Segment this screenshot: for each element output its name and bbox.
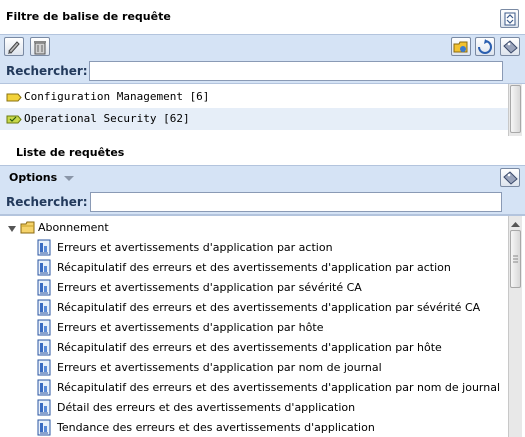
query-report-icon — [37, 259, 51, 276]
scroll-up-arrow-icon[interactable] — [510, 218, 521, 228]
query-item[interactable]: Récapitulatif des erreurs et des avertis… — [0, 258, 508, 278]
tag-refresh-folder-button[interactable] — [451, 37, 471, 56]
query-item[interactable]: Récapitulatif des erreurs et des avertis… — [0, 378, 508, 398]
query-label: Détail des erreurs et des avertissements… — [57, 401, 356, 414]
query-report-icon — [37, 299, 51, 316]
query-report-icon — [37, 319, 51, 336]
query-label: Tendance des erreurs et des avertissemen… — [57, 421, 375, 434]
query-label: Récapitulatif des erreurs et des avertis… — [57, 301, 481, 314]
query-report-icon — [37, 399, 51, 416]
query-options-bar: Options — [0, 165, 525, 189]
query-report-icon — [37, 419, 51, 436]
pencil-icon — [8, 41, 20, 54]
tag-search-input[interactable] — [89, 61, 503, 81]
tag-label: Configuration Management [6] — [24, 90, 210, 103]
query-label: Erreurs et avertissements d'application … — [57, 321, 324, 334]
query-settings-button[interactable] — [500, 168, 520, 187]
collapse-panel-button[interactable] — [500, 9, 519, 28]
chevron-down-icon[interactable] — [64, 176, 74, 181]
query-label: Récapitulatif des erreurs et des avertis… — [57, 261, 451, 274]
query-search-label: Rechercher: — [6, 195, 88, 209]
tag-tool-icon — [503, 40, 518, 54]
query-tree-scrollbar[interactable] — [508, 216, 522, 437]
tag-filter-header: Filtre de balise de requête — [0, 0, 525, 34]
query-report-icon — [37, 279, 51, 296]
query-item[interactable]: Tendance des erreurs et des avertissemen… — [0, 418, 508, 437]
refresh-icon — [478, 39, 492, 54]
tag-search-label: Rechercher: — [6, 64, 88, 78]
query-item[interactable]: Erreurs et avertissements d'application … — [0, 318, 508, 338]
query-report-icon — [37, 339, 51, 356]
options-menu-label[interactable]: Options — [9, 171, 57, 184]
tag-toolbar — [0, 34, 525, 58]
query-label: Erreurs et avertissements d'application … — [57, 361, 382, 374]
tag-item-operational-security[interactable]: Operational Security [62] — [0, 108, 508, 130]
folder-icon — [20, 221, 35, 234]
tag-settings-button[interactable] — [500, 37, 520, 56]
query-label: Récapitulatif des erreurs et des avertis… — [57, 381, 501, 394]
query-item[interactable]: Récapitulatif des erreurs et des avertis… — [0, 298, 508, 318]
tag-yellow-icon — [6, 93, 22, 102]
query-label: Erreurs et avertissements d'application … — [57, 241, 333, 254]
scrollbar-thumb[interactable] — [510, 230, 521, 288]
query-tree: Abonnement Erreurs et avertissements d'a… — [0, 215, 525, 437]
query-report-icon — [37, 379, 51, 396]
refresh-tags-button[interactable] — [475, 37, 495, 56]
query-item[interactable]: Erreurs et avertissements d'application … — [0, 238, 508, 258]
query-label: Erreurs et avertissements d'application … — [57, 281, 362, 294]
tag-list-scrollbar[interactable] — [508, 84, 522, 136]
folder-sync-icon — [453, 41, 468, 53]
query-list-title: Liste de requêtes — [16, 146, 125, 159]
query-report-icon — [37, 359, 51, 376]
query-label: Récapitulatif des erreurs et des avertis… — [57, 341, 442, 354]
tree-folder-abonnement[interactable]: Abonnement — [0, 218, 508, 238]
tag-filter-title: Filtre de balise de requête — [6, 10, 171, 23]
query-item[interactable]: Erreurs et avertissements d'application … — [0, 358, 508, 378]
query-report-icon — [37, 239, 51, 256]
collapse-icon — [504, 12, 516, 26]
query-item[interactable]: Récapitulatif des erreurs et des avertis… — [0, 338, 508, 358]
tag-search-row: Rechercher: — [0, 58, 525, 84]
expand-arrow-icon[interactable] — [8, 226, 16, 232]
edit-tag-button[interactable] — [4, 37, 24, 56]
query-item[interactable]: Erreurs et avertissements d'application … — [0, 278, 508, 298]
tag-tool-icon — [503, 171, 518, 185]
scrollbar-thumb[interactable] — [510, 85, 521, 133]
tag-checked-icon — [6, 115, 22, 124]
trash-icon — [34, 41, 46, 55]
folder-label: Abonnement — [38, 221, 109, 234]
query-item[interactable]: Détail des erreurs et des avertissements… — [0, 398, 508, 418]
tag-label: Operational Security [62] — [24, 112, 190, 125]
delete-tag-button[interactable] — [30, 37, 50, 56]
tag-list: Configuration Management [6] Operational… — [0, 84, 525, 136]
query-search-row: Rechercher: — [0, 189, 525, 215]
tag-item-configuration-management[interactable]: Configuration Management [6] — [0, 86, 508, 108]
query-search-input[interactable] — [90, 192, 502, 212]
